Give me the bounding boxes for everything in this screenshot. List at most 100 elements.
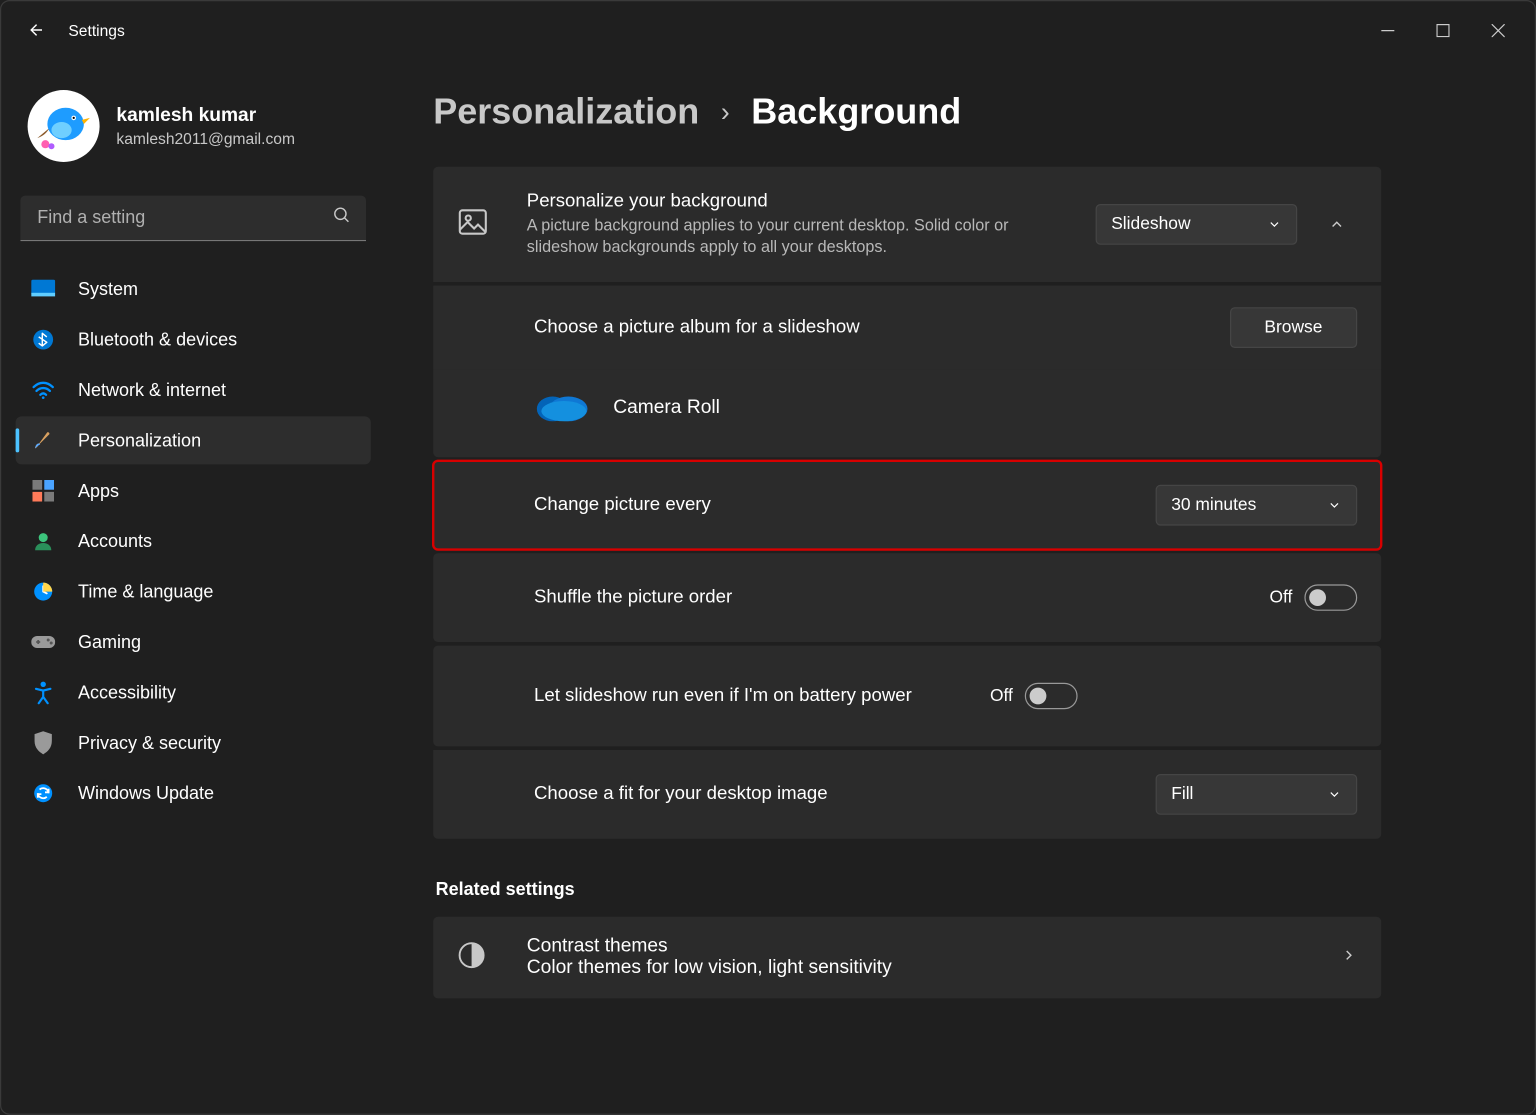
close-button[interactable] (1470, 11, 1525, 49)
profile[interactable]: kamlesh kumar kamlesh2011@gmail.com (16, 68, 371, 183)
album-name: Camera Roll (613, 397, 720, 419)
shuffle-title: Shuffle the picture order (534, 587, 1270, 609)
bluetooth-icon (30, 326, 56, 352)
chevron-down-icon (1327, 788, 1341, 802)
profile-text: kamlesh kumar kamlesh2011@gmail.com (116, 105, 295, 147)
back-arrow-icon (24, 19, 46, 41)
browse-button[interactable]: Browse (1230, 308, 1358, 349)
sidebar-item-update[interactable]: Windows Update (16, 769, 371, 817)
search-icon (332, 206, 351, 231)
card-battery: Let slideshow run even if I'm on battery… (433, 646, 1381, 747)
sidebar-item-label: Accounts (78, 531, 152, 551)
back-button[interactable] (11, 8, 59, 51)
sidebar-item-accessibility[interactable]: Accessibility (16, 668, 371, 716)
contrast-desc: Color themes for low vision, light sensi… (527, 958, 1341, 980)
shuffle-toggle[interactable] (1304, 585, 1357, 611)
chevron-down-icon (1267, 217, 1281, 231)
personalize-desc: A picture background applies to your cur… (527, 215, 1043, 259)
sidebar-item-bluetooth[interactable]: Bluetooth & devices (16, 316, 371, 364)
battery-toggle-label: Off (990, 687, 1013, 706)
accessibility-icon (30, 679, 56, 705)
sidebar-item-label: Windows Update (78, 783, 214, 803)
sidebar-item-label: System (78, 279, 138, 299)
profile-name: kamlesh kumar (116, 105, 295, 127)
sidebar-item-label: Apps (78, 481, 119, 501)
main-content[interactable]: Personalization › Background Personalize… (385, 59, 1535, 1114)
maximize-icon (1436, 23, 1449, 36)
fit-dropdown[interactable]: Fill (1156, 775, 1358, 816)
gamepad-icon (30, 629, 56, 655)
contrast-title: Contrast themes (527, 937, 1341, 959)
minimize-icon (1381, 23, 1394, 36)
sidebar-item-system[interactable]: System (16, 265, 371, 313)
interval-dropdown[interactable]: 30 minutes (1156, 485, 1358, 526)
chevron-up-icon (1328, 216, 1345, 233)
chevron-down-icon (1327, 499, 1341, 513)
paintbrush-icon (30, 427, 56, 453)
window-controls (1360, 11, 1526, 49)
minimize-button[interactable] (1360, 11, 1415, 49)
album-current: Camera Roll (433, 370, 1381, 458)
avatar-bird-icon (31, 94, 96, 159)
wifi-icon (30, 377, 56, 403)
personalize-title: Personalize your background (527, 191, 1079, 213)
sidebar: kamlesh kumar kamlesh2011@gmail.com Syst… (1, 59, 385, 1114)
person-icon (30, 528, 56, 554)
nav: System Bluetooth & devices Network & int… (16, 265, 371, 817)
sidebar-item-apps[interactable]: Apps (16, 467, 371, 515)
battery-title: Let slideshow run even if I'm on battery… (534, 686, 990, 708)
card-choose-album: Choose a picture album for a slideshow B… (433, 286, 1381, 370)
sidebar-item-label: Gaming (78, 632, 141, 652)
collapse-button[interactable] (1316, 204, 1357, 245)
browse-label: Browse (1264, 319, 1322, 338)
titlebar: Settings (1, 1, 1535, 59)
dropdown-value: Fill (1171, 785, 1193, 804)
breadcrumb-parent[interactable]: Personalization (433, 92, 699, 133)
card-contrast-themes[interactable]: Contrast themes Color themes for low vis… (433, 917, 1381, 999)
maximize-button[interactable] (1415, 11, 1470, 49)
related-settings-heading: Related settings (436, 880, 1511, 900)
update-icon (30, 780, 56, 806)
chevron-right-icon (1340, 947, 1357, 970)
clock-icon (30, 578, 56, 604)
profile-email: kamlesh2011@gmail.com (116, 129, 295, 147)
settings-cards: Personalize your background A picture ba… (433, 167, 1381, 840)
dropdown-value: Slideshow (1111, 215, 1190, 234)
search-input[interactable] (20, 196, 366, 242)
fit-title: Choose a fit for your desktop image (534, 784, 1156, 806)
system-icon (30, 276, 56, 302)
breadcrumb: Personalization › Background (433, 92, 1511, 133)
background-type-dropdown[interactable]: Slideshow (1096, 204, 1298, 245)
sidebar-item-label: Time & language (78, 581, 213, 601)
sidebar-item-privacy[interactable]: Privacy & security (16, 719, 371, 767)
breadcrumb-current: Background (751, 92, 961, 133)
window-title: Settings (68, 21, 124, 39)
choose-album-title: Choose a picture album for a slideshow (534, 317, 1230, 339)
sidebar-item-accounts[interactable]: Accounts (16, 517, 371, 565)
card-personalize-background: Personalize your background A picture ba… (433, 167, 1381, 283)
shuffle-toggle-label: Off (1270, 589, 1293, 608)
card-shuffle: Shuffle the picture order Off (433, 554, 1381, 643)
card-fit: Choose a fit for your desktop image Fill (433, 751, 1381, 840)
sidebar-item-label: Privacy & security (78, 733, 221, 753)
battery-toggle[interactable] (1025, 683, 1078, 709)
breadcrumb-separator: › (721, 97, 730, 128)
search-wrap (20, 196, 366, 242)
settings-window: Settings (0, 0, 1536, 1115)
picture-icon (457, 206, 493, 243)
avatar (28, 90, 100, 162)
onedrive-icon (534, 387, 589, 429)
sidebar-item-label: Network & internet (78, 380, 226, 400)
sidebar-item-label: Personalization (78, 430, 201, 450)
sidebar-item-label: Accessibility (78, 682, 176, 702)
card-interval: Change picture every 30 minutes (433, 461, 1381, 550)
contrast-icon (457, 941, 493, 976)
apps-icon (30, 478, 56, 504)
sidebar-item-time[interactable]: Time & language (16, 568, 371, 616)
shield-icon (30, 730, 56, 756)
sidebar-item-personalization[interactable]: Personalization (16, 416, 371, 464)
sidebar-item-network[interactable]: Network & internet (16, 366, 371, 414)
sidebar-item-label: Bluetooth & devices (78, 329, 237, 349)
dropdown-value: 30 minutes (1171, 496, 1256, 515)
sidebar-item-gaming[interactable]: Gaming (16, 618, 371, 666)
